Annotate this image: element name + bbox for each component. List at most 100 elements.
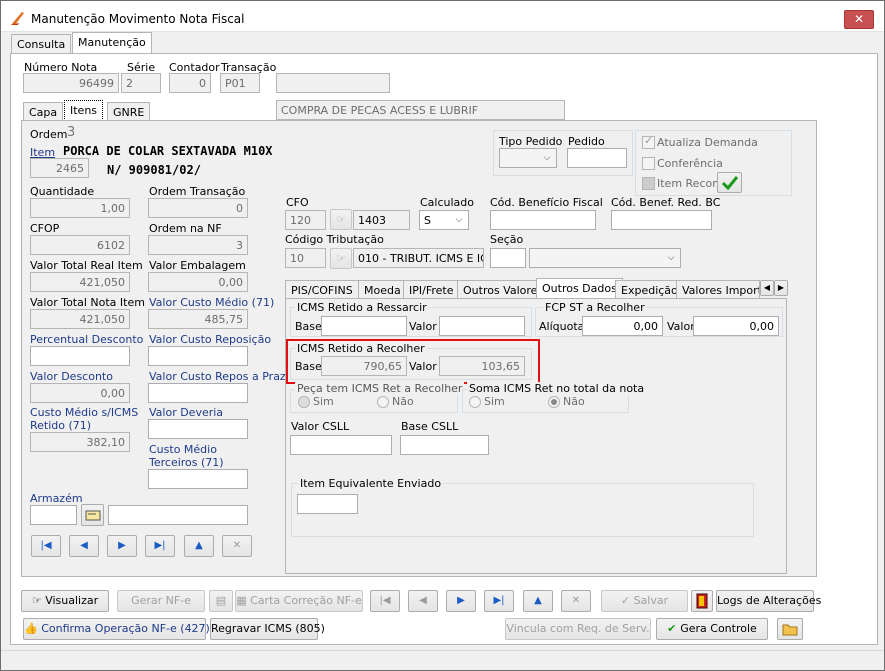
ressarcir-base-field[interactable]: [321, 316, 407, 336]
cfo-code-field[interactable]: 120: [285, 210, 326, 230]
valor-csll-field[interactable]: [290, 435, 392, 455]
cod-benef-red-label: Cód. Benef. Red. BC: [611, 196, 721, 209]
tab-scroll-left[interactable]: ◀: [760, 280, 774, 296]
cfo-lookup-button[interactable]: ☞: [330, 209, 352, 230]
tab-moeda[interactable]: Moeda: [358, 280, 407, 299]
valor-embalagem-field[interactable]: 0,00: [148, 272, 248, 292]
tab-valores-importacao[interactable]: Valores Importaç: [676, 280, 760, 299]
insert-record-button[interactable]: ▲: [523, 590, 553, 612]
peca-nao-label: Não: [392, 395, 414, 408]
ressarcir-valor-field[interactable]: [439, 316, 525, 336]
tab-scroll-right[interactable]: ▶: [774, 280, 788, 296]
cod-tributacao-code-field[interactable]: 10: [285, 248, 326, 268]
last-record-button[interactable]: ▶|: [484, 590, 514, 612]
confirma-operacao-button[interactable]: 👍 Confirma Operação NF-e (427): [23, 618, 210, 640]
ordem-transacao-field[interactable]: 0: [148, 198, 248, 218]
fcp-aliquota-field[interactable]: 0,00: [582, 316, 663, 336]
cod-benef-red-field[interactable]: [611, 210, 712, 230]
vtn-item-field[interactable]: 421,050: [30, 309, 130, 329]
next-item-button[interactable]: ▶: [107, 535, 137, 557]
gerar-nfe-button[interactable]: Gerar NF-e: [117, 590, 205, 612]
tab-consulta[interactable]: Consulta: [11, 34, 72, 53]
custo-medio-71-label: Valor Custo Médio (71): [149, 296, 275, 309]
tab-ipi-frete[interactable]: IPI/Frete: [403, 280, 460, 299]
custo-medio-71-field[interactable]: 485,75: [148, 309, 248, 329]
tab-outros-dados[interactable]: Outros Dados: [536, 278, 623, 299]
first-record-button[interactable]: |◀: [370, 590, 400, 612]
prev-item-button[interactable]: ◀: [69, 535, 99, 557]
pedido-field[interactable]: [567, 148, 627, 168]
valor-desconto-field[interactable]: 0,00: [30, 383, 130, 403]
cfo-label: CFO: [286, 196, 309, 209]
salvar-button[interactable]: ✓ Salvar: [601, 590, 688, 612]
soma-nao-radio[interactable]: [548, 396, 560, 408]
soma-sim-radio[interactable]: [469, 396, 481, 408]
vtr-item-field[interactable]: 421,050: [30, 272, 130, 292]
regravar-icms-button[interactable]: Regravar ICMS (805): [210, 618, 325, 640]
last-item-button[interactable]: ▶|: [145, 535, 175, 557]
salvar-label: Salvar: [633, 594, 669, 607]
x-icon: ✕: [571, 595, 581, 606]
quantidade-field[interactable]: 1,00: [30, 198, 130, 218]
tab-expedicao[interactable]: Expedição: [615, 280, 684, 299]
valor-deveria-field[interactable]: [148, 419, 248, 439]
custo-repos-prazo-label: Valor Custo Repos a Prazo: [149, 370, 293, 383]
secao-code-field[interactable]: [490, 248, 526, 268]
contador-field[interactable]: 0: [169, 73, 211, 93]
insert-item-button[interactable]: ▲: [184, 535, 214, 557]
visualizar-button[interactable]: ☞ Visualizar: [21, 590, 109, 612]
check-icon: ✓: [620, 594, 634, 607]
exit-button[interactable]: [691, 590, 713, 612]
custo-repos-prazo-field[interactable]: [148, 383, 248, 403]
tab-pis-cofins[interactable]: PIS/COFINS: [285, 280, 359, 299]
item-recon-checkbox[interactable]: [642, 177, 655, 190]
cod-beneficio-field[interactable]: [490, 210, 596, 230]
delete-record-button[interactable]: ✕: [561, 590, 591, 612]
item-recon-button[interactable]: [717, 172, 742, 193]
base-csll-label: Base CSLL: [401, 420, 459, 433]
tributacao-lookup-button[interactable]: ☞: [330, 248, 352, 269]
peca-sim-radio[interactable]: [298, 396, 310, 408]
delete-item-button[interactable]: ✕: [222, 535, 252, 557]
next-record-button[interactable]: ▶: [446, 590, 476, 612]
item-code-field[interactable]: 2465: [30, 158, 89, 178]
cfop-field[interactable]: 6102: [30, 235, 130, 255]
tab-gnre[interactable]: GNRE: [107, 102, 151, 121]
tab-itens[interactable]: Itens: [64, 100, 104, 121]
gera-controle-button[interactable]: ✔ Gera Controle: [656, 618, 768, 640]
armazem-lookup-button[interactable]: [81, 504, 104, 526]
custo-reposicao-field[interactable]: [148, 346, 248, 366]
item-equiv-field[interactable]: [297, 494, 358, 514]
close-button[interactable]: ✕: [844, 10, 874, 29]
peca-nao-radio[interactable]: [377, 396, 389, 408]
atualiza-demanda-checkbox[interactable]: ✓: [642, 134, 655, 149]
first-item-button[interactable]: |◀: [31, 535, 61, 557]
secao-select[interactable]: ⌵: [529, 248, 681, 268]
open-folder-button[interactable]: [777, 618, 803, 640]
custo-medio-terc-field[interactable]: [148, 469, 248, 489]
print-button[interactable]: ▤: [209, 590, 233, 612]
custo-medio-icms-label1: Custo Médio s/ICMS: [30, 406, 139, 419]
tipo-pedido-select[interactable]: ⌵: [499, 148, 557, 168]
tab-capa[interactable]: Capa: [23, 102, 64, 121]
logs-button[interactable]: Logs de Alterações: [716, 590, 821, 612]
transacao-field[interactable]: P01: [220, 73, 260, 93]
serie-field[interactable]: 2: [121, 73, 161, 93]
fcp-valor-field[interactable]: 0,00: [693, 316, 779, 336]
calculado-select[interactable]: S ⌵: [419, 210, 469, 230]
prev-record-button[interactable]: ◀: [408, 590, 438, 612]
calculado-value: S: [424, 214, 431, 227]
conferencia-checkbox[interactable]: [642, 157, 655, 170]
carta-correcao-button[interactable]: ▦ Carta Correção NF-e: [235, 590, 363, 612]
cfo-value-field[interactable]: 1403: [353, 210, 410, 230]
armazem-field[interactable]: [30, 505, 77, 525]
hand-pointer-icon: [85, 510, 100, 521]
tab-manutencao[interactable]: Manutenção: [72, 32, 152, 53]
custo-medio-terc-label2: Terceiros (71): [149, 456, 224, 469]
vincula-button[interactable]: Vincula com Req. de Serv.: [505, 618, 651, 640]
base-csll-field[interactable]: [400, 435, 489, 455]
perc-desconto-field[interactable]: [30, 346, 130, 366]
numero-nota-field[interactable]: 96499: [23, 73, 119, 93]
ordem-nf-field[interactable]: 3: [148, 235, 248, 255]
custo-medio-icms-field[interactable]: 382,10: [30, 432, 130, 452]
